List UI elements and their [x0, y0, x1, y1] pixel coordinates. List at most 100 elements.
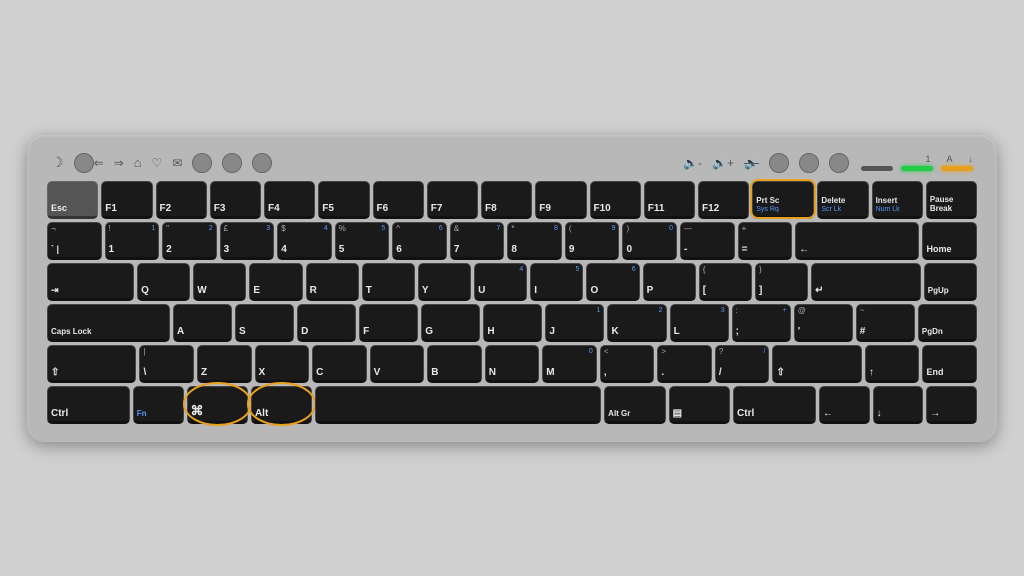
key-0[interactable]: ) 0 0 — [622, 222, 677, 260]
key-f2[interactable]: F2 — [156, 181, 207, 219]
key-f7[interactable]: F7 — [427, 181, 478, 219]
key-r[interactable]: R — [306, 263, 359, 301]
key-lbracket[interactable]: { [ — [699, 263, 752, 301]
key-1[interactable]: ! 1 1 — [105, 222, 160, 260]
key-prtsc[interactable]: Prt Sc Sys Rq — [752, 181, 814, 219]
key-f[interactable]: F — [359, 304, 418, 342]
moon-icon: ☽ — [51, 154, 64, 171]
key-backtick[interactable]: ¬ ` | — [47, 222, 102, 260]
key-semicolon[interactable]: : + ; — [732, 304, 791, 342]
key-f5[interactable]: F5 — [318, 181, 369, 219]
key-up[interactable]: ↑ — [865, 345, 920, 383]
key-p[interactable]: P — [643, 263, 696, 301]
key-right[interactable]: → — [926, 386, 977, 424]
key-f9[interactable]: F9 — [535, 181, 586, 219]
key-z[interactable]: Z — [197, 345, 252, 383]
key-d[interactable]: D — [297, 304, 356, 342]
key-e[interactable]: E — [249, 263, 302, 301]
key-3[interactable]: £ 3 3 — [220, 222, 275, 260]
key-h[interactable]: H — [483, 304, 542, 342]
key-delete[interactable]: Delete Scr Lk — [817, 181, 868, 219]
key-insert[interactable]: Insert Num Lk — [872, 181, 923, 219]
key-backspace[interactable]: ← — [795, 222, 919, 260]
key-w[interactable]: W — [193, 263, 246, 301]
key-pause[interactable]: Pause Break — [926, 181, 977, 219]
key-f12[interactable]: F12 — [698, 181, 749, 219]
key-q[interactable]: Q — [137, 263, 190, 301]
function-row: Esc F1 F2 F3 F4 F5 F6 F7 F8 F9 F10 F11 F… — [47, 181, 977, 219]
key-6[interactable]: ^ 6 6 — [392, 222, 447, 260]
key-tab[interactable]: ⇥ — [47, 263, 134, 301]
key-esc[interactable]: Esc — [47, 181, 98, 219]
key-2[interactable]: " 2 2 — [162, 222, 217, 260]
key-f8[interactable]: F8 — [481, 181, 532, 219]
key-rshift[interactable]: ⇧ — [772, 345, 861, 383]
key-4[interactable]: $ 4 4 — [277, 222, 332, 260]
key-quote[interactable]: @ ' — [794, 304, 853, 342]
key-t[interactable]: T — [362, 263, 415, 301]
key-space[interactable] — [315, 386, 601, 424]
key-lshift[interactable]: ⇧ — [47, 345, 136, 383]
key-left[interactable]: ← — [819, 386, 870, 424]
key-b[interactable]: B — [427, 345, 482, 383]
led-label-arrow: ↓ — [969, 154, 974, 164]
mail-icon: ✉ — [172, 156, 182, 170]
led-labels: 1 A ↓ — [925, 154, 973, 164]
key-lctrl[interactable]: Ctrl — [47, 386, 130, 424]
key-pgup[interactable]: PgUp — [924, 263, 977, 301]
key-o[interactable]: 6 O — [586, 263, 639, 301]
led-caps — [901, 166, 933, 171]
key-l[interactable]: 3 L — [670, 304, 729, 342]
key-9[interactable]: ( 9 9 — [565, 222, 620, 260]
home-row: Caps Lock A S D F G H 1 J 2 K 3 L : + — [47, 304, 977, 342]
key-rctrl[interactable]: Ctrl — [733, 386, 816, 424]
key-8[interactable]: * 8 8 — [507, 222, 562, 260]
top-bar-left: ☽ — [51, 153, 94, 173]
key-equals[interactable]: + = — [738, 222, 793, 260]
key-n[interactable]: N — [485, 345, 540, 383]
key-cmd[interactable]: ⌘ — [187, 386, 248, 424]
key-hash[interactable]: ~ # — [856, 304, 915, 342]
key-7[interactable]: & 7 7 — [450, 222, 505, 260]
key-backslash[interactable]: | \ — [139, 345, 194, 383]
key-u[interactable]: 4 U — [474, 263, 527, 301]
key-j[interactable]: 1 J — [545, 304, 604, 342]
key-k[interactable]: 2 K — [607, 304, 666, 342]
key-v[interactable]: V — [370, 345, 425, 383]
key-pgdn[interactable]: PgDn — [918, 304, 977, 342]
key-enter[interactable]: ↵ — [811, 263, 921, 301]
key-g[interactable]: G — [421, 304, 480, 342]
key-rbracket[interactable]: } ] — [755, 263, 808, 301]
key-f1[interactable]: F1 — [101, 181, 152, 219]
indicator-3 — [222, 153, 242, 173]
key-a[interactable]: A — [173, 304, 232, 342]
key-f10[interactable]: F10 — [590, 181, 641, 219]
key-slash[interactable]: ? / / — [715, 345, 770, 383]
key-f11[interactable]: F11 — [644, 181, 695, 219]
key-alt[interactable]: Alt — [251, 386, 312, 424]
key-m[interactable]: 0 M — [542, 345, 597, 383]
key-capslock[interactable]: Caps Lock — [47, 304, 170, 342]
vol-down-icon: 🔈- — [683, 156, 702, 170]
key-menu[interactable]: ▤ — [669, 386, 730, 424]
bottom-row: Ctrl Fn ⌘ Alt Alt Gr ▤ Ctrl — [47, 386, 977, 424]
key-period[interactable]: > . — [657, 345, 712, 383]
key-x[interactable]: X — [255, 345, 310, 383]
key-i[interactable]: 5 I — [530, 263, 583, 301]
key-f4[interactable]: F4 — [264, 181, 315, 219]
key-altgr[interactable]: Alt Gr — [604, 386, 665, 424]
key-minus[interactable]: — - — [680, 222, 735, 260]
key-c[interactable]: C — [312, 345, 367, 383]
key-f6[interactable]: F6 — [373, 181, 424, 219]
key-end[interactable]: End — [922, 345, 977, 383]
key-home[interactable]: Home — [922, 222, 977, 260]
indicator-1 — [74, 153, 94, 173]
key-fn[interactable]: Fn — [133, 386, 184, 424]
number-row: ¬ ` | ! 1 1 " 2 2 £ 3 3 $ 4 4 — [47, 222, 977, 260]
key-s[interactable]: S — [235, 304, 294, 342]
key-y[interactable]: Y — [418, 263, 471, 301]
key-down[interactable]: ↓ — [873, 386, 924, 424]
key-f3[interactable]: F3 — [210, 181, 261, 219]
key-comma[interactable]: < , — [600, 345, 655, 383]
key-5[interactable]: % 5 5 — [335, 222, 390, 260]
